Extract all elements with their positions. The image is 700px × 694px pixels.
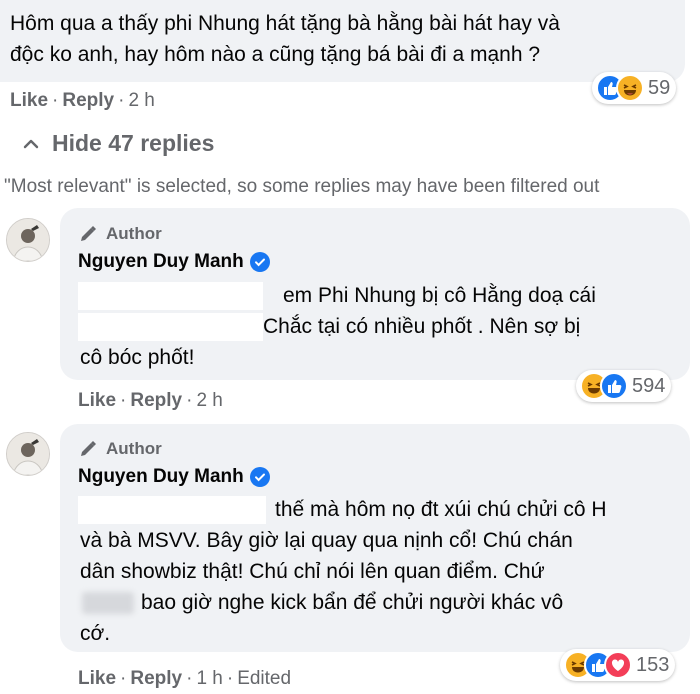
reply-link[interactable]: Reply — [130, 668, 182, 689]
reply-actions: Like · Reply · 2 h — [78, 390, 223, 411]
reply-link[interactable]: Reply — [130, 390, 182, 411]
comment-time[interactable]: 2 h — [196, 390, 222, 411]
reply-line-3: cô bóc phốt! — [80, 346, 195, 369]
haha-icon — [616, 74, 644, 102]
reply-actions: Like · Reply · 1 h · Edited — [78, 668, 292, 689]
avatar[interactable] — [6, 432, 50, 476]
reply-line-4: bao giờ nghe kick bẩn để chửi người khác… — [141, 591, 564, 614]
chevron-up-icon — [22, 135, 40, 153]
verified-badge-icon — [249, 252, 270, 272]
top-comment-actions: Like · Reply · 2 h — [10, 90, 155, 111]
redacted-area — [78, 282, 263, 310]
reaction-count: 153 — [636, 653, 670, 676]
top-comment-line-2: độc ko anh, hay hôm nào a cũng tặng bá b… — [10, 43, 541, 66]
author-name[interactable]: Nguyen Duy Manh — [78, 251, 270, 273]
top-comment-reaction-count: 59 — [648, 76, 671, 99]
redacted-area — [78, 496, 266, 524]
reply-line-2: và bà MSVV. Bây giờ lại quay qua nịnh cổ… — [80, 529, 573, 552]
reply-line-3: dân showbiz thật! Chú chỉ nói lên quan đ… — [80, 560, 545, 583]
avatar[interactable] — [6, 218, 50, 262]
hide-replies-label: Hide 47 replies — [52, 130, 215, 156]
like-icon — [600, 372, 628, 400]
reply-line-1: thế mà hôm nọ đt xúi chú chửi cô H — [275, 498, 607, 521]
blurred-word — [82, 592, 134, 614]
reaction-count: 594 — [632, 374, 666, 397]
reply-link[interactable]: Reply — [62, 90, 114, 111]
reply-line-5: cớ. — [80, 622, 111, 645]
author-badge: Author — [78, 224, 162, 244]
like-link[interactable]: Like — [78, 668, 116, 689]
edited-label: Edited — [237, 668, 292, 689]
author-badge: Author — [78, 439, 162, 459]
top-comment-line-1: Hôm qua a thấy phi Nhung hát tặng bà hằn… — [10, 12, 560, 35]
filter-note: "Most relevant" is selected, so some rep… — [4, 176, 600, 197]
top-comment-reactions[interactable]: 59 — [592, 72, 677, 104]
love-icon — [604, 651, 632, 679]
pencil-icon — [78, 224, 98, 244]
redacted-area — [78, 313, 263, 341]
comment-time[interactable]: 1 h — [196, 668, 222, 689]
reply-reactions[interactable]: 153 — [560, 649, 676, 681]
pencil-icon — [78, 439, 98, 459]
reply-line-2: Chắc tại có nhiều phốt . Nên sợ bị — [263, 315, 581, 338]
reply-line-1: em Phi Nhung bị cô Hằng doạ cái — [283, 284, 596, 307]
verified-badge-icon — [249, 467, 270, 487]
hide-replies-toggle[interactable]: Hide 47 replies — [22, 130, 214, 157]
comment-time[interactable]: 2 h — [128, 90, 154, 111]
like-link[interactable]: Like — [10, 90, 48, 111]
author-name[interactable]: Nguyen Duy Manh — [78, 466, 270, 488]
like-link[interactable]: Like — [78, 390, 116, 411]
reply-reactions[interactable]: 594 — [576, 370, 672, 402]
